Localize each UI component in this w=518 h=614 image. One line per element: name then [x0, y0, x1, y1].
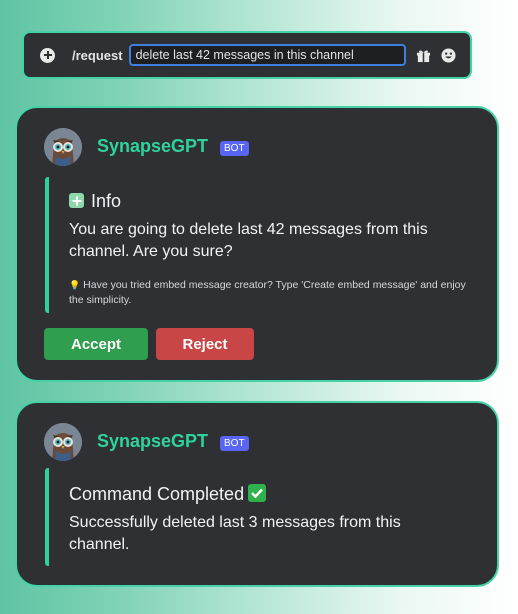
embed-title: Info [69, 191, 121, 212]
checkmark-icon [248, 484, 267, 502]
avatar[interactable] [44, 128, 82, 166]
command-input[interactable] [128, 44, 406, 66]
embed-description: You are going to delete last 42 messages… [69, 221, 428, 260]
tip-text: Have you tried embed message creator? Ty… [69, 279, 466, 306]
embed-title-text: Info [91, 191, 122, 211]
embed-description: Successfully deleted last 3 messages fro… [69, 514, 401, 553]
command-name: /request [72, 47, 123, 63]
lightbulb-icon: 💡 [69, 280, 81, 290]
command-bar-actions [416, 47, 456, 63]
plus-icon[interactable] [40, 47, 55, 63]
bot-message: SynapseGPT BOT Info You are going to del… [15, 106, 499, 382]
bot-name[interactable]: SynapseGPT [97, 136, 208, 157]
command-bar: /request [22, 31, 472, 79]
reject-button[interactable]: Reject [156, 328, 254, 360]
accept-button[interactable]: Accept [44, 328, 148, 360]
sparkle-icon [69, 193, 84, 208]
bot-badge: BOT [220, 436, 249, 451]
bot-name[interactable]: SynapseGPT [97, 431, 208, 452]
embed: Info You are going to delete last 42 mes… [45, 177, 467, 313]
gift-icon[interactable] [416, 48, 431, 63]
embed: Command Completed Successfully deleted l… [45, 468, 467, 566]
embed-footer: 💡 Have you tried embed message creator? … [69, 278, 469, 308]
bot-message: SynapseGPT BOT Command Completed Success… [15, 401, 499, 587]
embed-title: Command Completed [69, 484, 267, 505]
embed-title-text: Command Completed [69, 484, 245, 504]
emoji-icon[interactable] [441, 47, 456, 63]
bot-badge: BOT [220, 141, 249, 156]
avatar[interactable] [44, 423, 82, 461]
